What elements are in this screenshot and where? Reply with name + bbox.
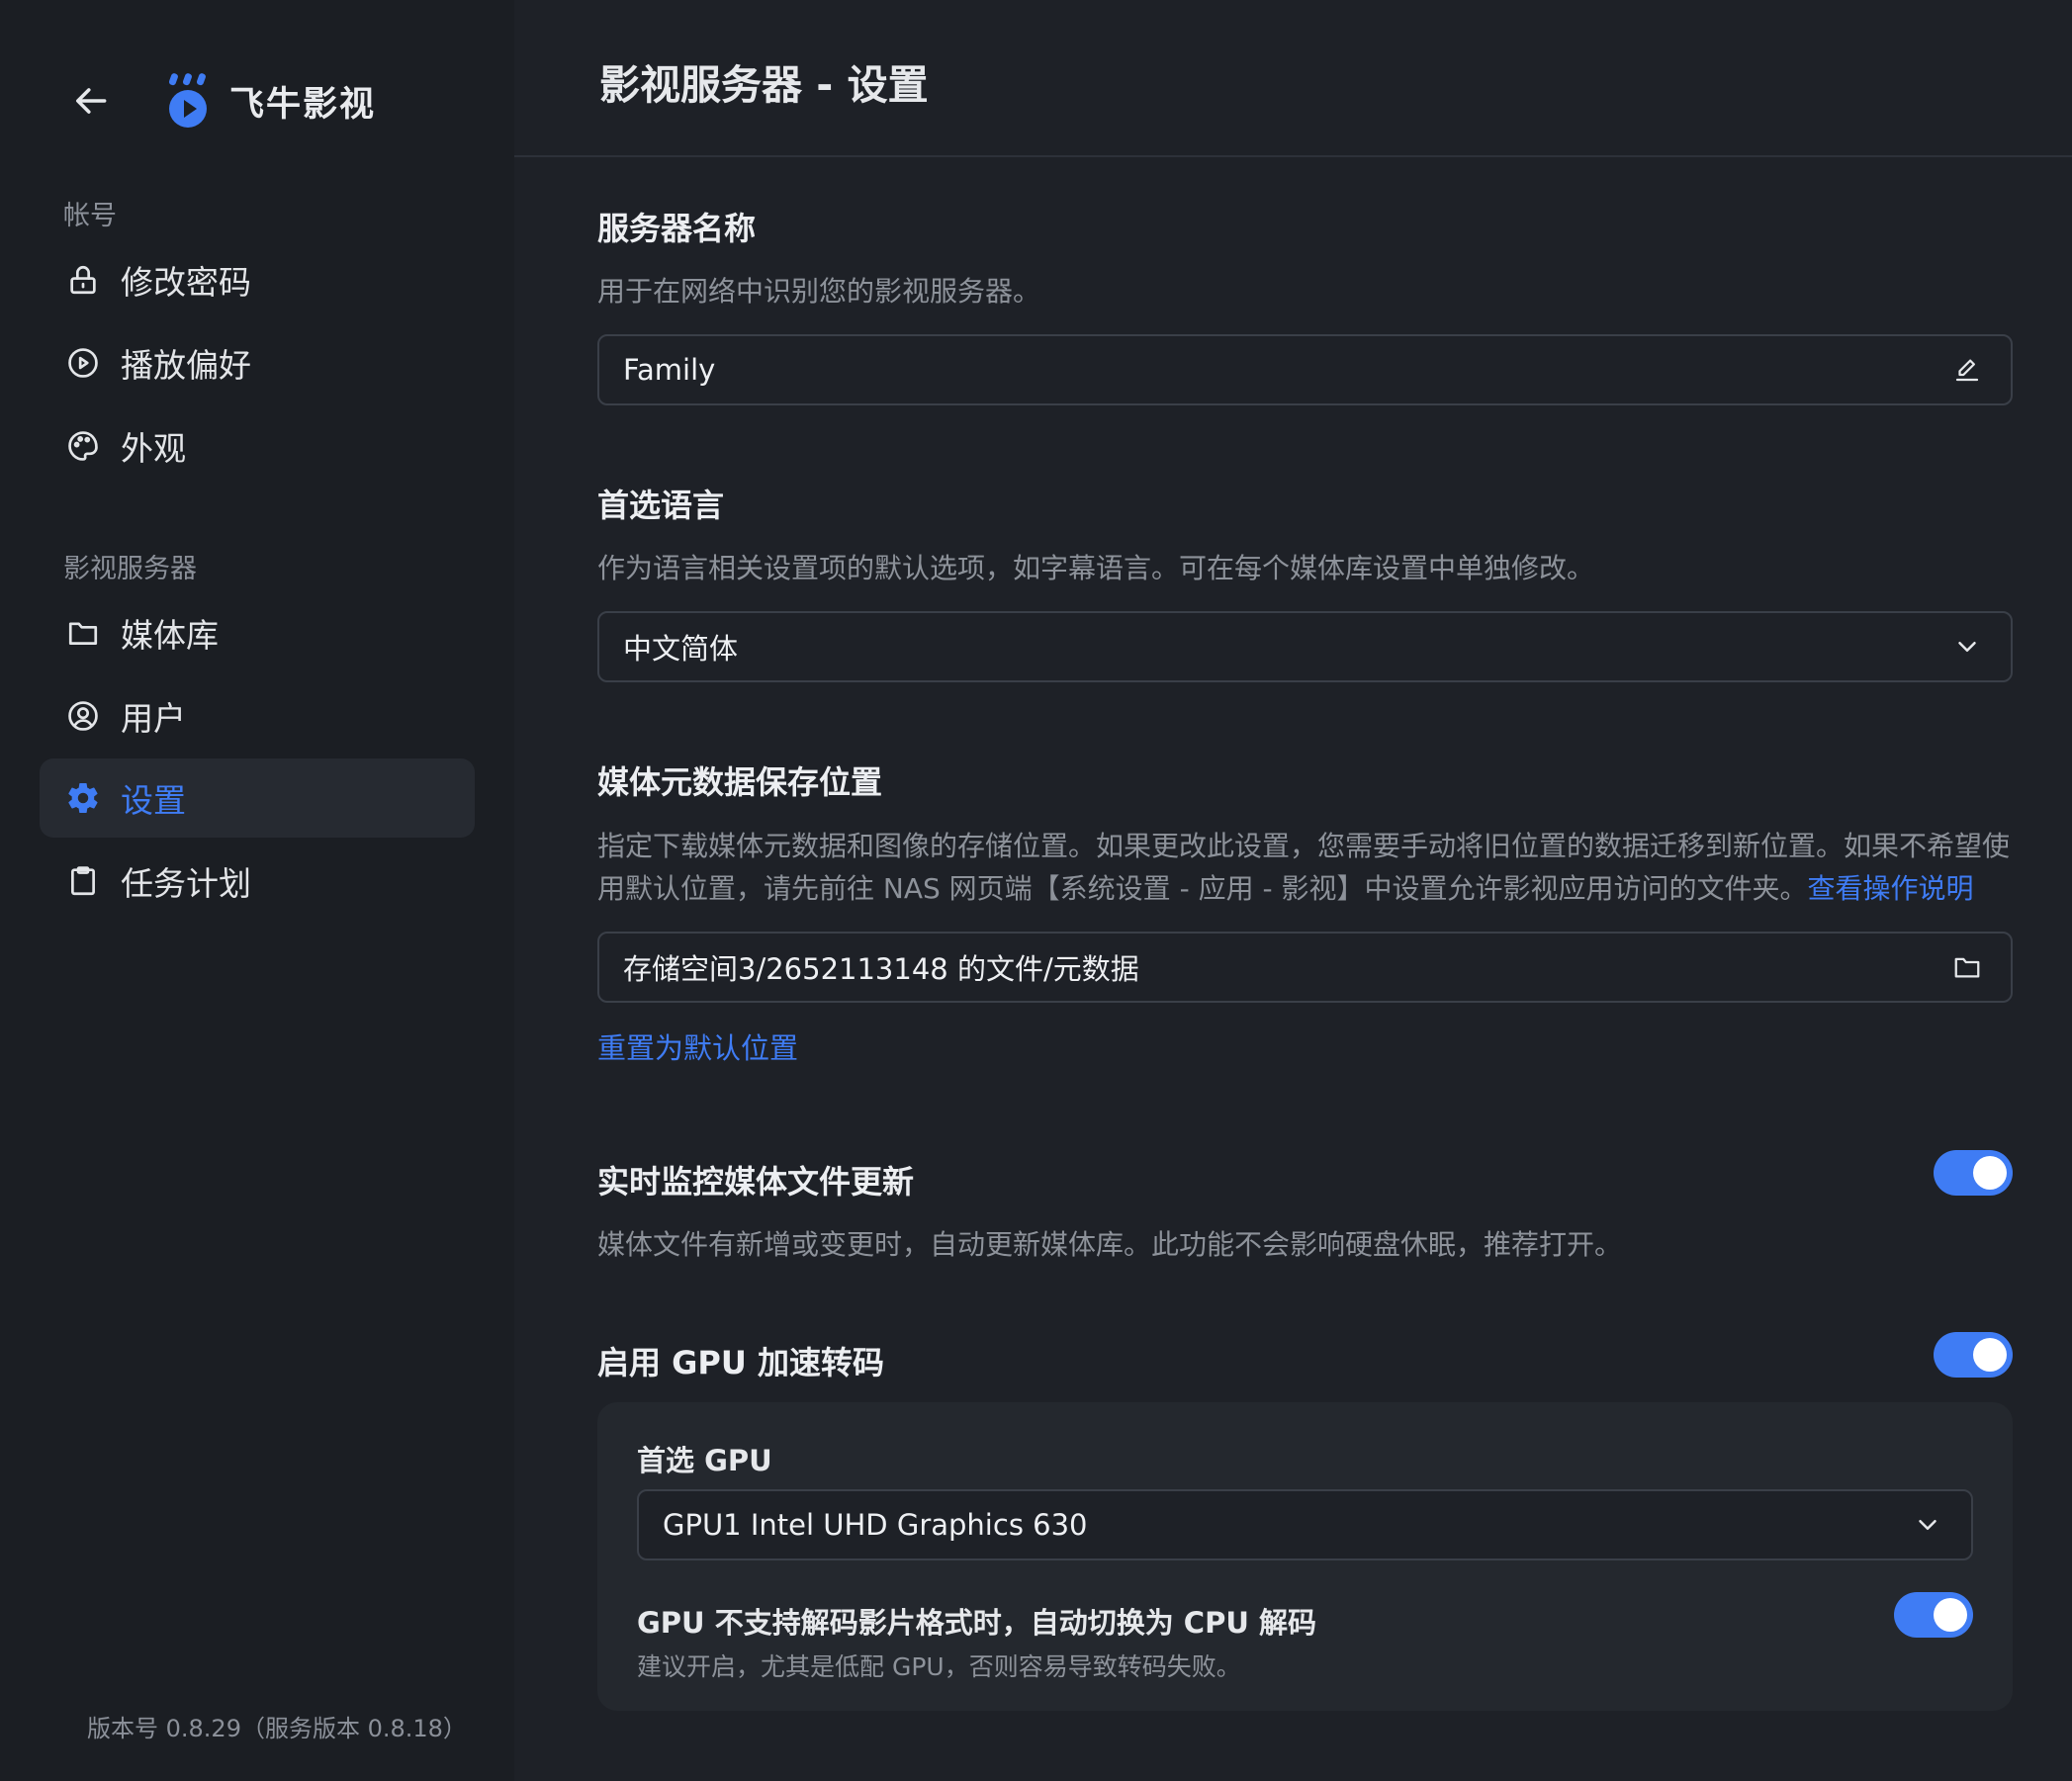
lock-icon (63, 260, 103, 300)
toggle-knob (1973, 1156, 2007, 1190)
sidebar-item-settings[interactable]: 设置 (40, 758, 475, 838)
main-content: 影视服务器 - 设置 服务器名称 用于在网络中识别您的影视服务器。 Family… (514, 0, 2072, 1781)
server-name-heading: 服务器名称 (597, 210, 757, 247)
chevron-down-icon (1908, 1505, 1947, 1545)
metadata-heading: 媒体元数据保存位置 (597, 763, 883, 801)
sidebar-item-task-schedule[interactable]: 任务计划 (40, 842, 475, 921)
arrow-left-icon (76, 88, 107, 114)
edit-icon[interactable] (1947, 350, 1987, 390)
reset-default-link[interactable]: 重置为默认位置 (597, 1025, 798, 1067)
page-title: 影视服务器 - 设置 (599, 61, 929, 109)
sidebar-item-change-password[interactable]: 修改密码 (40, 240, 475, 319)
cpu-fallback-heading: GPU 不支持解码影片格式时，自动切换为 CPU 解码 (637, 1606, 1316, 1640)
sidebar-item-users[interactable]: 用户 (40, 676, 475, 756)
metadata-desc-line2-wrap: 用默认位置，请先前往 NAS 网页端【系统设置 - 应用 - 影视】中设置允许影… (597, 867, 2031, 910)
server-name-value: Family (623, 353, 716, 387)
monitor-heading: 实时监控媒体文件更新 (597, 1163, 915, 1201)
app-window: 飞牛影视 帐号 修改密码 播放偏好 外观 影视服务器 媒体库 用户 设置 任务计… (0, 0, 2072, 1781)
feiniu-logo (168, 73, 207, 128)
cpu-fallback-desc: 建议开启，尤其是低配 GPU，否则容易导致转码失败。 (637, 1652, 1241, 1681)
sidebar-item-label: 用户 (121, 699, 186, 738)
sidebar-item-label: 修改密码 (121, 263, 251, 302)
metadata-path-value: 存储空间3/2652113148 的文件/元数据 (623, 952, 1139, 986)
gear-icon (63, 778, 103, 818)
clipboard-icon (63, 861, 103, 901)
folder-icon[interactable] (1947, 947, 1987, 987)
sidebar-item-label: 播放偏好 (121, 346, 251, 385)
sidebar-item-label: 设置 (121, 781, 186, 820)
section-label-media-server: 影视服务器 (63, 554, 197, 584)
preferred-gpu-label: 首选 GPU (637, 1444, 772, 1477)
server-name-field[interactable]: Family (597, 334, 2013, 405)
language-heading: 首选语言 (597, 487, 725, 524)
preferred-gpu-select[interactable]: GPU1 Intel UHD Graphics 630 (637, 1489, 1973, 1560)
metadata-desc-line1: 指定下载媒体元数据和图像的存储位置。如果更改此设置，您需要手动将旧位置的数据迁移… (597, 830, 2011, 862)
sidebar: 飞牛影视 帐号 修改密码 播放偏好 外观 影视服务器 媒体库 用户 设置 任务计… (0, 0, 514, 1781)
version-text: 版本号 0.8.29（服务版本 0.8.18） (87, 1715, 467, 1742)
page-header: 影视服务器 - 设置 (514, 0, 2072, 157)
cpu-fallback-toggle[interactable] (1894, 1592, 1973, 1638)
metadata-desc-line2: 用默认位置，请先前往 NAS 网页端【系统设置 - 应用 - 影视】中设置允许影… (597, 872, 1808, 905)
sidebar-item-label: 任务计划 (121, 864, 251, 903)
monitor-desc: 媒体文件有新增或变更时，自动更新媒体库。此功能不会影响硬盘休眠，推荐打开。 (597, 1228, 1623, 1261)
language-desc: 作为语言相关设置项的默认选项，如字幕语言。可在每个媒体库设置中单独修改。 (597, 552, 1595, 584)
user-circle-icon (63, 696, 103, 736)
gpu-options-card: 首选 GPU GPU1 Intel UHD Graphics 630 GPU 不… (597, 1402, 2013, 1711)
brand: 飞牛影视 (69, 69, 376, 133)
sidebar-item-appearance[interactable]: 外观 (40, 406, 475, 486)
sidebar-item-playback-preferences[interactable]: 播放偏好 (40, 323, 475, 402)
section-label-account: 帐号 (63, 201, 117, 231)
metadata-desc: 指定下载媒体元数据和图像的存储位置。如果更改此设置，您需要手动将旧位置的数据迁移… (597, 825, 2031, 910)
preferred-gpu-value: GPU1 Intel UHD Graphics 630 (663, 1508, 1088, 1542)
sidebar-item-label: 外观 (121, 429, 186, 468)
gpu-heading: 启用 GPU 加速转码 (597, 1344, 884, 1381)
language-select[interactable]: 中文简体 (597, 611, 2013, 682)
folder-icon (63, 613, 103, 653)
brand-name: 飞牛影视 (229, 84, 377, 125)
back-button[interactable] (69, 78, 115, 124)
server-name-desc: 用于在网络中识别您的影视服务器。 (597, 275, 1041, 308)
toggle-knob (1973, 1338, 2007, 1372)
help-link[interactable]: 查看操作说明 (1808, 872, 1974, 905)
toggle-knob (1934, 1598, 1967, 1632)
chevron-down-icon (1947, 627, 1987, 667)
monitor-toggle[interactable] (1934, 1150, 2013, 1196)
sidebar-item-label: 媒体库 (121, 616, 219, 655)
palette-icon (63, 426, 103, 466)
play-circle-icon (63, 343, 103, 383)
sidebar-item-media-library[interactable]: 媒体库 (40, 593, 475, 672)
metadata-path-field[interactable]: 存储空间3/2652113148 的文件/元数据 (597, 932, 2013, 1003)
gpu-toggle[interactable] (1934, 1332, 2013, 1378)
language-value: 中文简体 (623, 632, 739, 666)
